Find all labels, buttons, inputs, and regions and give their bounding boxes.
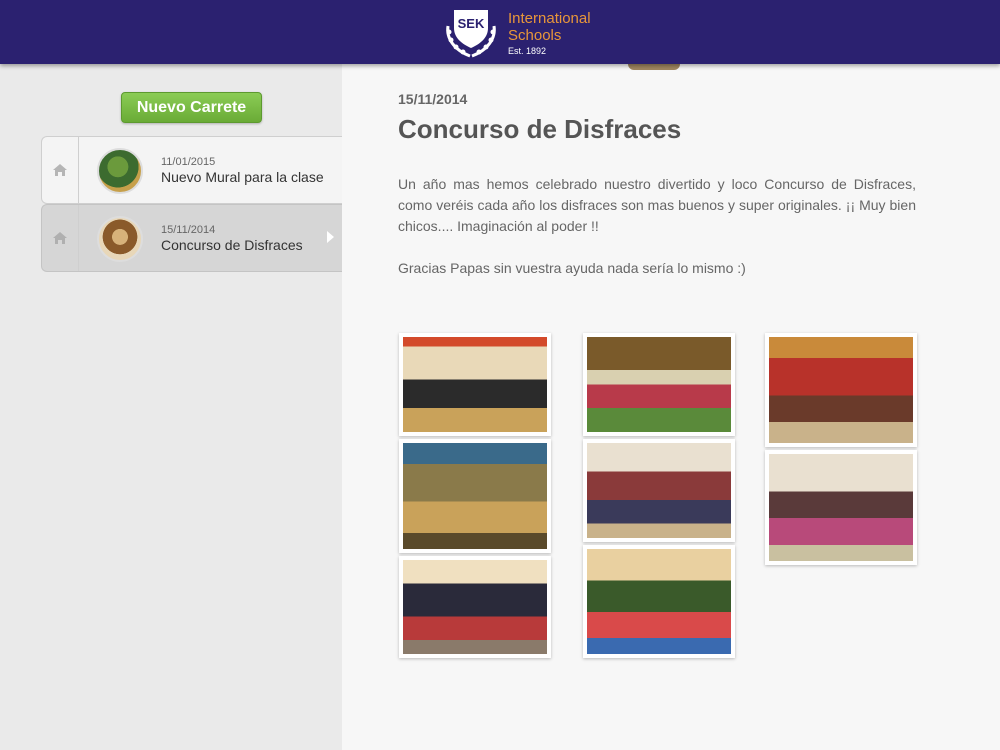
gallery-photo[interactable]: [399, 556, 551, 658]
item-thumbnail: [97, 148, 143, 194]
post-body: Un año mas hemos celebrado nuestro diver…: [398, 174, 916, 279]
item-title: Concurso de Disfraces: [161, 237, 303, 253]
sek-logo[interactable]: SEK International Schools Est. 1892: [440, 6, 610, 60]
item-thumbnail: [97, 216, 143, 262]
logo-established: Est. 1892: [508, 46, 547, 56]
svg-text:SEK: SEK: [458, 16, 485, 31]
post-date: 15/11/2014: [398, 91, 468, 107]
item-date: 15/11/2014: [161, 224, 216, 236]
new-reel-button[interactable]: Nuevo Carrete: [121, 92, 262, 123]
top-header: SEK International Schools Est. 1892: [0, 0, 1000, 64]
gallery-photo[interactable]: [399, 333, 551, 436]
home-icon: [53, 232, 67, 244]
item-title: Nuevo Mural para la clase: [161, 169, 324, 185]
home-cell[interactable]: [42, 137, 79, 203]
list-item[interactable]: 11/01/2015 Nuevo Mural para la clase: [41, 136, 342, 204]
gallery-photo[interactable]: [399, 439, 551, 553]
gallery-photo[interactable]: [583, 439, 735, 542]
gallery-photo[interactable]: [583, 545, 735, 658]
chevron-right-icon: [327, 231, 334, 243]
logo-name-line2: Schools: [508, 27, 562, 44]
reel-list: 11/01/2015 Nuevo Mural para la clase 15/…: [41, 136, 342, 272]
sidebar: Nuevo Carrete 11/01/2015 Nuevo Mural par…: [0, 64, 342, 750]
gallery-photo[interactable]: [765, 333, 917, 447]
gallery-photo[interactable]: [765, 450, 917, 565]
post-paragraph: Un año mas hemos celebrado nuestro diver…: [398, 176, 916, 234]
home-cell[interactable]: [42, 205, 79, 271]
home-icon: [53, 164, 67, 176]
item-date: 11/01/2015: [161, 156, 216, 168]
main-content: 15/11/2014 Concurso de Disfraces Un año …: [342, 64, 1000, 750]
list-item-selected[interactable]: 15/11/2014 Concurso de Disfraces: [41, 204, 342, 272]
logo-text: International Schools Est. 1892: [508, 10, 591, 57]
crest-icon: SEK: [446, 10, 496, 58]
logo-name-line1: International: [508, 10, 591, 27]
post-title: Concurso de Disfraces: [398, 114, 682, 144]
post-paragraph: Gracias Papas sin vuestra ayuda nada ser…: [398, 260, 746, 276]
header-image-fragment: [628, 64, 680, 70]
gallery-photo[interactable]: [583, 333, 735, 436]
